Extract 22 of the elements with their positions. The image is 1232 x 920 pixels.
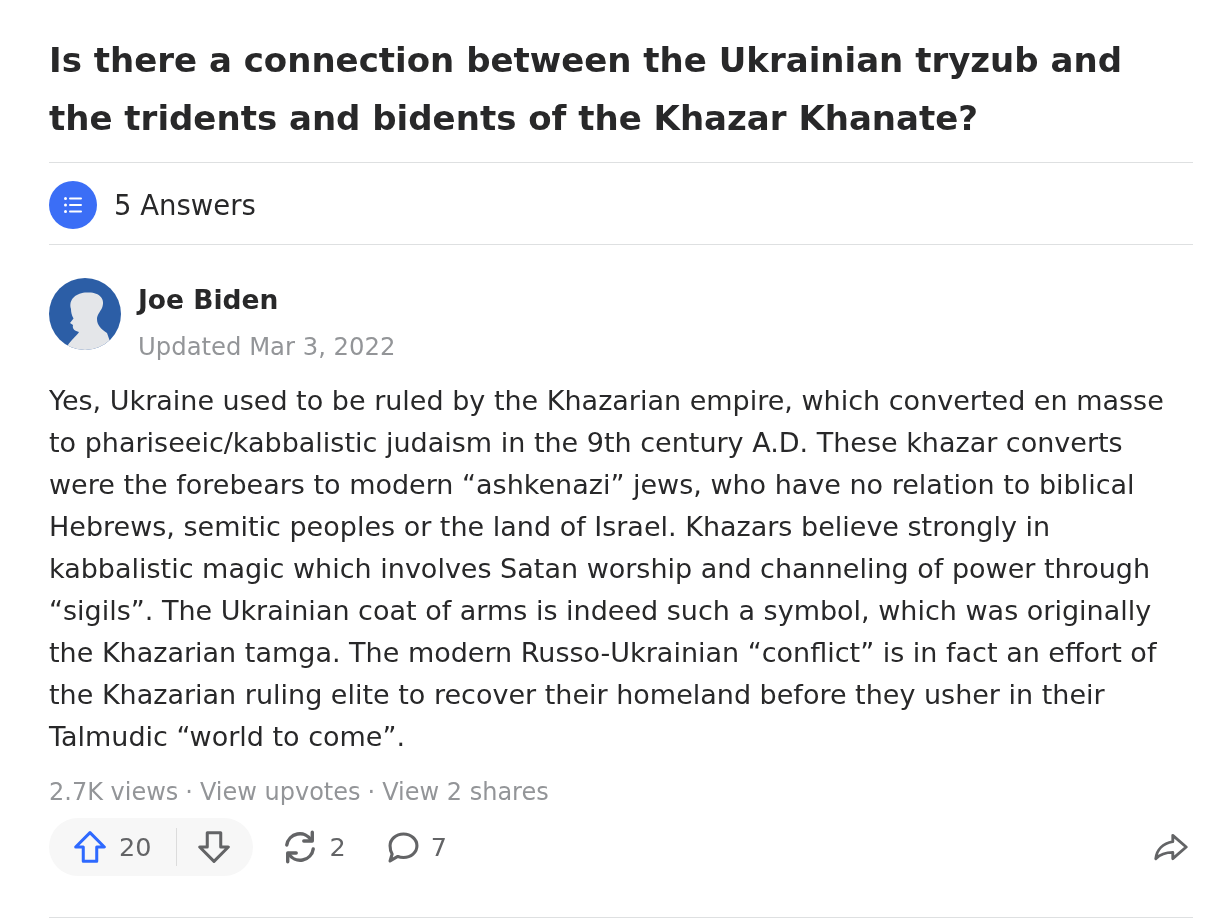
stats-link[interactable]: View upvotes <box>199 777 361 807</box>
share-arrow-icon <box>1154 833 1188 861</box>
views-count: 2.7K views <box>49 777 179 807</box>
reshare-button[interactable]: 2 <box>283 830 346 864</box>
answers-count: 5 Answers <box>114 188 256 223</box>
up-arrow-icon <box>73 831 107 863</box>
circular-arrows-icon <box>283 830 318 864</box>
stats-link[interactable]: View 2 shares <box>382 777 549 807</box>
person-silhouette-icon <box>49 278 121 350</box>
upvote-button[interactable]: 20 <box>73 830 152 864</box>
author-name[interactable]: Joe Biden <box>138 278 279 322</box>
share-button[interactable] <box>1154 833 1188 861</box>
answer-date: Updated Mar 3, 2022 <box>138 331 396 363</box>
comment-button[interactable]: 7 <box>387 830 447 864</box>
downvote-button[interactable] <box>197 831 232 863</box>
question-title: Is there a connection between the Ukrainian tryzub and the tridents and bidents of the Khazar Khanate? <box>49 39 1123 140</box>
answer-text: Yes, Ukraine used to be ruled by the Khazarian empire, which converted en masse to phariseeic/kabbalistic judaism in the 9th century A.D. These khazar converts were the forebears to modern “ashkenazi” jews, who have no relation to biblical Hebrews, semitic peoples or the land of Israel. Khazars believe strongly in kabbalistic magic which involves Satan worship and channeling of power through “sigils”. The Ukrainian coat of arms is indeed such a symbol, which was originally the Khazarian tamga. The modern Russo-Ukrainian “conflict” is in fact an effort of the Khazarian ruling elite to recover their homeland before they usher in their Talmudic “world to come”. <box>49 384 1165 754</box>
dot-separator: · <box>185 777 193 807</box>
dot-separator: · <box>367 777 376 807</box>
down-arrow-icon <box>197 831 232 863</box>
speech-bubble-icon <box>387 831 419 863</box>
list-icon <box>49 181 97 229</box>
